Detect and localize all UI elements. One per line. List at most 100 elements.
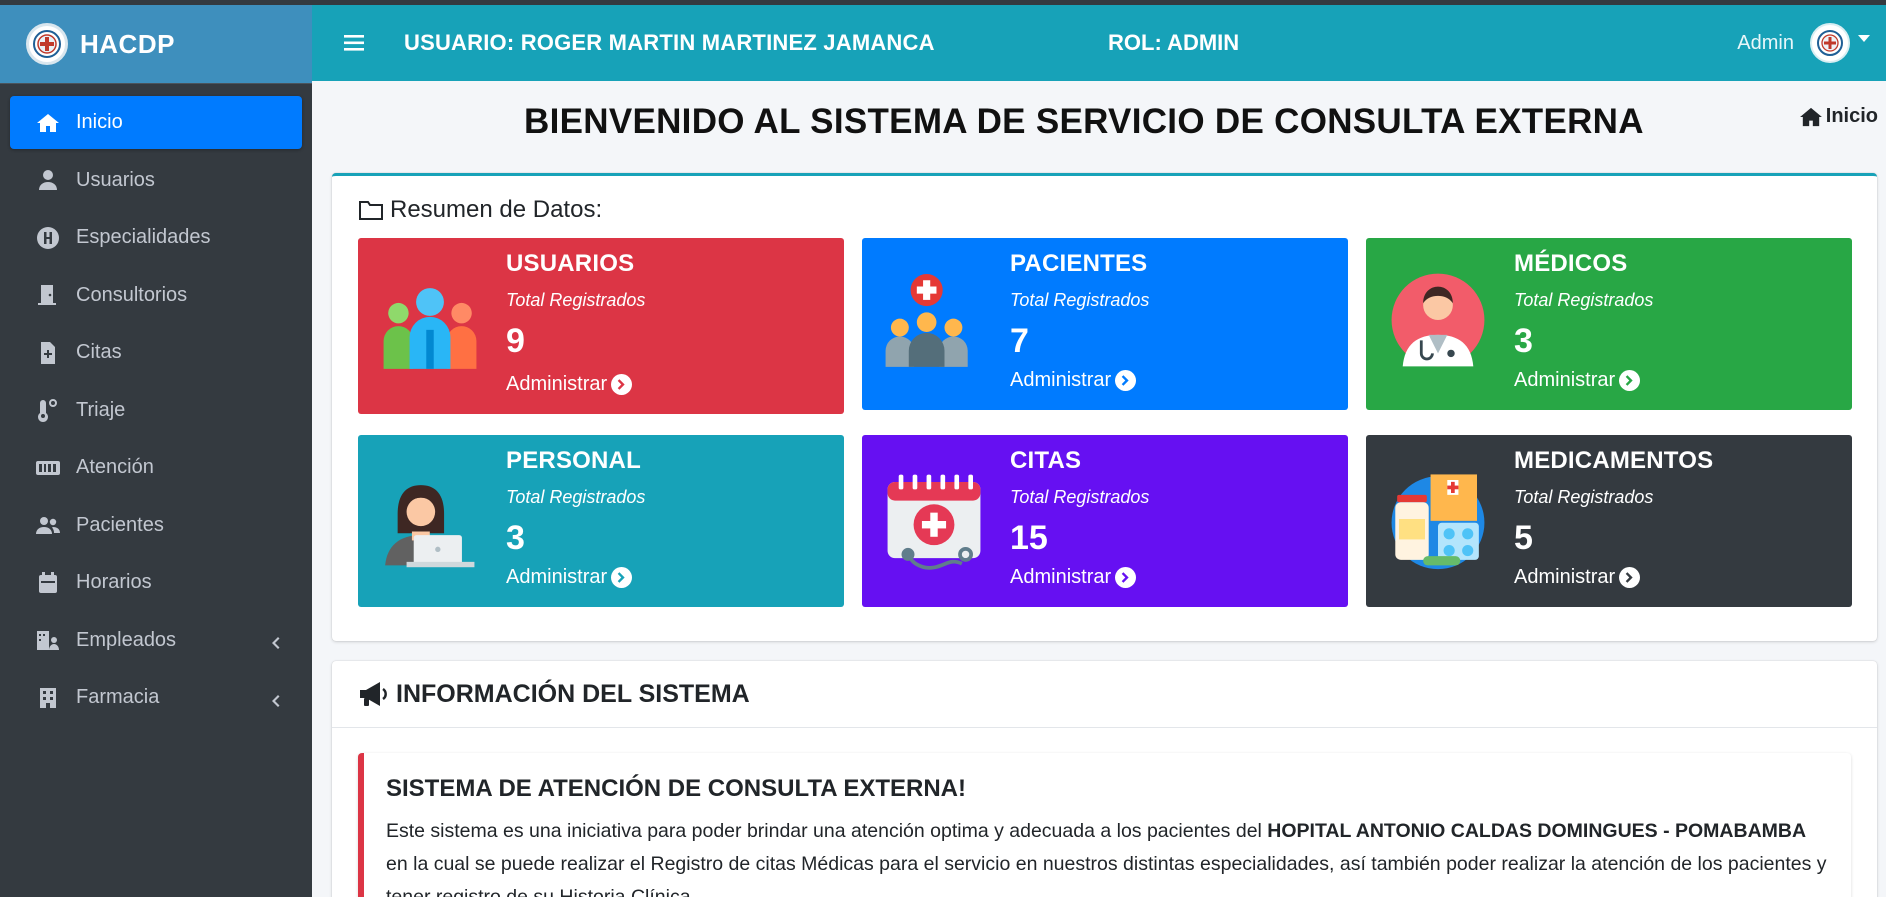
brand-name: HACDP xyxy=(80,28,175,59)
brand-link[interactable]: HACDP xyxy=(0,5,312,84)
patients-cross-icon xyxy=(885,274,968,367)
avatar xyxy=(1810,23,1850,63)
sidebar-item-label: Triaje xyxy=(76,398,126,421)
staff-laptop-icon xyxy=(385,485,475,568)
home-icon xyxy=(1799,107,1822,126)
info-header: INFORMACIÓN DEL SISTEMA xyxy=(332,661,1877,728)
sidebar-item-consultorios[interactable]: Consultorios xyxy=(10,269,302,322)
administrar-citas-link[interactable]: Administrar xyxy=(1010,566,1137,589)
current-user-label: USUARIO: ROGER MARTIN MARTINEZ JAMANCA xyxy=(404,30,935,55)
box-medicamentos: MEDICAMENTOS Total Registrados 5 Adminis… xyxy=(1366,435,1852,607)
sidebar-item-label: Pacientes xyxy=(76,513,164,536)
summary-header: Resumen de Datos: xyxy=(358,196,602,224)
administrar-personal-link[interactable]: Administrar xyxy=(506,566,633,589)
arrow-circle-right-icon xyxy=(1619,567,1641,588)
box-count: 3 xyxy=(506,519,525,557)
users-icon xyxy=(34,511,62,539)
box-citas: CITAS Total Registrados 15 Administrar xyxy=(862,435,1348,607)
info-card: INFORMACIÓN DEL SISTEMA SISTEMA DE ATENC… xyxy=(332,661,1877,897)
sidebar-item-label: Farmacia xyxy=(76,686,160,708)
callout-text: Este sistema es una iniciativa para pode… xyxy=(386,815,1829,897)
users-group-icon xyxy=(383,288,477,369)
h-circle-icon xyxy=(34,224,62,252)
sidebar-nav: Inicio Usuarios Especialidades Consultor… xyxy=(0,96,312,724)
arrow-circle-right-icon xyxy=(1115,370,1137,391)
sidebar-item-label: Citas xyxy=(76,341,122,363)
link-label: Administrar xyxy=(506,566,608,588)
text-part: Este sistema es una iniciativa para pode… xyxy=(386,820,1268,842)
sidebar-item-label: Especialidades xyxy=(76,226,211,248)
sidebar-item-empleados[interactable]: Empleados xyxy=(10,614,302,667)
summary-title: Resumen de Datos: xyxy=(390,196,603,223)
sidebar-item-label: Consultorios xyxy=(76,283,188,306)
box-count: 15 xyxy=(1010,519,1048,557)
admin-name: Admin xyxy=(1737,31,1794,54)
calendar-icon xyxy=(34,569,62,597)
sidebar-item-citas[interactable]: Citas xyxy=(10,326,302,379)
administrar-usuarios-link[interactable]: Administrar xyxy=(506,373,633,396)
info-title: INFORMACIÓN DEL SISTEMA xyxy=(396,679,750,708)
link-label: Administrar xyxy=(1010,566,1112,588)
user-dropdown[interactable]: Admin xyxy=(1737,23,1870,63)
box-usuarios: USUARIOS Total Registrados 9 Administrar xyxy=(358,238,844,414)
home-icon xyxy=(34,109,62,137)
box-subtitle: Total Registrados xyxy=(1514,290,1654,310)
sidebar-item-especialidades[interactable]: Especialidades xyxy=(10,211,302,264)
administrar-pacientes-link[interactable]: Administrar xyxy=(1010,369,1137,392)
box-medicos: MÉDICOS Total Registrados 3 Administrar xyxy=(1366,238,1852,410)
sidebar-item-label: Usuarios xyxy=(76,168,155,191)
sidebar-item-atencion[interactable]: Atención xyxy=(10,441,302,494)
box-subtitle: Total Registrados xyxy=(1010,290,1150,310)
box-count: 7 xyxy=(1010,322,1029,360)
caret-down-icon xyxy=(1858,34,1870,42)
megaphone-icon xyxy=(360,682,387,706)
box-personal: PERSONAL Total Registrados 3 Administrar xyxy=(358,435,844,607)
box-count: 9 xyxy=(506,322,525,360)
box-pacientes: PACIENTES Total Registrados 7 Administra… xyxy=(862,238,1348,410)
arrow-circle-right-icon xyxy=(1115,567,1137,588)
sidebar-item-label: Atención xyxy=(76,456,154,478)
menu-toggle-icon[interactable] xyxy=(340,28,370,58)
user-icon xyxy=(34,166,62,194)
sidebar-item-farmacia[interactable]: Farmacia xyxy=(10,671,302,724)
arrow-circle-right-icon xyxy=(1619,370,1641,391)
doctor-icon xyxy=(1391,273,1485,367)
link-label: Administrar xyxy=(1514,566,1616,588)
link-label: Administrar xyxy=(1514,369,1616,391)
info-callout: SISTEMA DE ATENCIÓN DE CONSULTA EXTERNA!… xyxy=(358,753,1851,897)
page-title: BIENVENIDO AL SISTEMA DE SERVICIO DE CON… xyxy=(524,102,1644,141)
sidebar-item-usuarios[interactable]: Usuarios xyxy=(10,154,302,207)
thermometer-icon xyxy=(34,396,62,424)
arrow-circle-right-icon xyxy=(611,374,633,395)
administrar-medicos-link[interactable]: Administrar xyxy=(1514,369,1641,392)
medicines-icon xyxy=(1391,474,1485,570)
box-title: PERSONAL xyxy=(506,447,641,474)
administrar-medicamentos-link[interactable]: Administrar xyxy=(1514,566,1641,589)
sidebar-item-label: Empleados xyxy=(76,628,177,651)
hospital-name: HOPITAL ANTONIO CALDAS DOMINGUES - POMAB… xyxy=(1267,820,1807,842)
building-users-icon xyxy=(34,626,62,654)
folder-icon xyxy=(359,201,383,220)
sidebar-item-triaje[interactable]: Triaje xyxy=(10,384,302,437)
arrow-circle-right-icon xyxy=(611,567,633,588)
box-subtitle: Total Registrados xyxy=(1010,487,1150,507)
sidebar-item-inicio[interactable]: Inicio xyxy=(10,96,302,149)
calendar-medical-icon xyxy=(887,474,981,570)
sidebar-item-horarios[interactable]: Horarios xyxy=(10,556,302,609)
chevron-left-icon xyxy=(268,633,282,649)
building-icon xyxy=(34,684,62,712)
sidebar-item-label: Inicio xyxy=(76,111,123,133)
breadcrumb[interactable]: Inicio xyxy=(1799,105,1878,128)
sidebar-item-pacientes[interactable]: Pacientes xyxy=(10,499,302,552)
door-icon xyxy=(34,281,62,309)
file-medical-icon xyxy=(34,339,62,367)
box-title: CITAS xyxy=(1010,447,1082,474)
box-title: MEDICAMENTOS xyxy=(1514,447,1714,474)
chevron-left-icon xyxy=(268,691,282,707)
box-title: PACIENTES xyxy=(1010,250,1148,277)
box-count: 3 xyxy=(1514,322,1533,360)
id-card-icon xyxy=(34,454,62,482)
box-subtitle: Total Registrados xyxy=(506,487,646,507)
callout-title: SISTEMA DE ATENCIÓN DE CONSULTA EXTERNA! xyxy=(386,775,967,802)
box-title: USUARIOS xyxy=(506,250,635,277)
